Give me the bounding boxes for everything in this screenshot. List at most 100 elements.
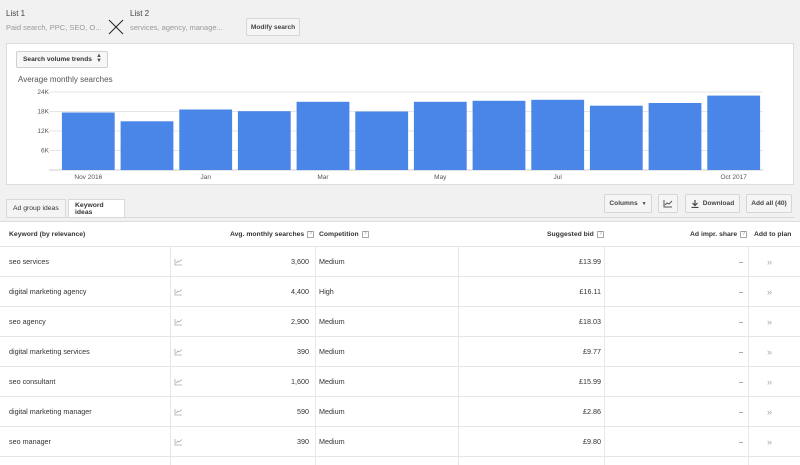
keyword-cell[interactable]: seo agency (9, 307, 46, 336)
help-icon[interactable]: ? (596, 230, 604, 238)
y-tick-label: 24K (37, 89, 49, 96)
chart-bar[interactable] (648, 103, 702, 170)
chart-bar[interactable] (179, 109, 233, 171)
add-to-plan-icon[interactable]: » (767, 367, 772, 396)
caret-down-icon: ▼ (641, 200, 647, 207)
keyword-cell[interactable]: digital marketing manager (9, 397, 92, 426)
table-row: seo manager 390 Medium £9.80 – » (0, 427, 800, 457)
select-arrows-icon: ▲ ▼ (96, 53, 102, 64)
competition-cell: Medium (319, 317, 345, 326)
x-tick-label: Nov 2016 (74, 174, 102, 181)
list1-title: List 1 (6, 9, 26, 18)
col-header-competition[interactable]: Competition? (319, 222, 369, 246)
chart-toggle-button[interactable] (658, 194, 678, 213)
multiply-icon (108, 19, 124, 35)
trend-select-label: Search volume trends (23, 56, 92, 63)
tab-keyword-ideas[interactable]: Keyword ideas (68, 199, 125, 218)
chart-bar[interactable] (413, 101, 467, 171)
tab-ad-group-ideas[interactable]: Ad group ideas (6, 199, 66, 217)
y-tick-label: 18K (37, 109, 49, 116)
col-header-add: Add to plan (754, 222, 791, 246)
add-to-plan-icon[interactable]: » (767, 337, 772, 366)
trend-chart-icon[interactable] (174, 337, 183, 366)
add-to-plan-icon[interactable]: » (767, 427, 772, 456)
searches-cell: 4,400 (291, 287, 309, 296)
bid-cell: £18.03 (579, 317, 601, 326)
col-divider (315, 247, 316, 465)
table-row: seo agency 2,900 Medium £18.03 – » (0, 307, 800, 337)
impr-cell: – (739, 257, 743, 266)
x-tick-label: May (434, 174, 447, 181)
competition-cell: Medium (319, 437, 345, 446)
trend-chart-icon[interactable] (174, 247, 183, 276)
list2[interactable]: List 2 services, agency, manage... (130, 9, 223, 32)
impr-cell: – (739, 347, 743, 356)
modify-search-button[interactable]: Modify search (246, 18, 300, 36)
col-divider (604, 247, 605, 465)
chart-panel: 24K 18K 12K 6K Nov 2016 Jan Mar May Jul Oct 2017 … (6, 43, 794, 185)
chart-bar[interactable] (589, 105, 643, 170)
chart-title: Average monthly searches (18, 75, 113, 84)
y-tick-label: 6K (41, 148, 50, 155)
bid-cell: £16.11 (579, 287, 601, 296)
chart-bar[interactable] (355, 111, 409, 171)
chart-bar[interactable] (61, 112, 115, 171)
bid-cell: £9.80 (583, 437, 601, 446)
chart-bar[interactable] (531, 99, 585, 170)
trend-chart-icon[interactable] (174, 427, 183, 456)
help-icon[interactable]: ? (361, 230, 369, 238)
x-tick-label: Oct 2017 (721, 174, 748, 181)
keyword-cell[interactable]: seo consultant (9, 367, 55, 396)
col-divider (458, 247, 459, 465)
chart-bar[interactable] (120, 121, 174, 171)
keyword-cell[interactable]: seo manager (9, 427, 51, 456)
tab-divider (6, 217, 794, 218)
list2-title: List 2 (130, 9, 150, 18)
columns-button[interactable]: Columns ▼ (604, 194, 652, 213)
list2-value: services, agency, manage... (130, 23, 223, 32)
table-row: digital marketing manager 590 Medium £2.86 –… (0, 397, 800, 427)
col-divider (170, 247, 171, 465)
trend-chart-icon[interactable] (174, 397, 183, 426)
add-to-plan-icon[interactable]: » (767, 307, 772, 336)
chart-bar[interactable] (472, 100, 526, 170)
col-header-searches[interactable]: Avg. monthly searches? (230, 222, 315, 246)
list1[interactable]: List 1 Paid search, PPC, SEO, O... (6, 9, 101, 32)
trend-chart-icon[interactable] (174, 307, 183, 336)
chart-bar[interactable] (707, 95, 761, 170)
competition-cell: Medium (319, 347, 345, 356)
add-to-plan-icon[interactable]: » (767, 277, 772, 306)
chart-bar[interactable] (296, 101, 350, 171)
col-header-bid[interactable]: Suggested bid? (547, 222, 604, 246)
chart-bar[interactable] (237, 111, 291, 170)
impr-cell: – (739, 407, 743, 416)
col-header-keyword-label: Keyword (by relevance) (9, 230, 86, 238)
add-to-plan-icon[interactable]: » (767, 397, 772, 426)
keyword-cell[interactable]: seo services (9, 247, 49, 276)
col-header-impr-label: Ad impr. share (690, 230, 738, 238)
columns-label: Columns (609, 200, 638, 207)
download-icon (691, 199, 699, 208)
help-icon[interactable]: ? (307, 230, 315, 238)
bid-cell: £9.77 (583, 347, 601, 356)
competition-cell: Medium (319, 257, 345, 266)
x-tick-label: Jan (200, 174, 211, 181)
search-volume-chart: 24K 18K 12K 6K Nov 2016 Jan Mar May Jul Oct 2017 (37, 89, 763, 181)
col-header-impr[interactable]: Ad impr. share? (690, 222, 748, 246)
keyword-cell[interactable]: digital marketing services (9, 337, 90, 366)
download-button[interactable]: Download (685, 194, 740, 213)
table-row: digital marketing services 390 Medium £9.77… (0, 337, 800, 367)
add-to-plan-icon[interactable]: » (767, 247, 772, 276)
trend-chart-icon[interactable] (174, 367, 183, 396)
help-icon[interactable]: ? (740, 230, 748, 238)
keyword-cell[interactable]: digital marketing agency (9, 277, 87, 306)
searches-cell: 590 (297, 407, 309, 416)
search-volume-trends-select[interactable]: Search volume trends ▲ ▼ (16, 51, 108, 68)
trend-chart-icon[interactable] (174, 277, 183, 306)
impr-cell: – (739, 317, 743, 326)
table-row: seo consultant 1,600 Medium £15.99 – » (0, 367, 800, 397)
col-header-searches-label: Avg. monthly searches (230, 230, 305, 238)
add-all-button[interactable]: Add all (40) (746, 194, 792, 213)
searches-cell: 3,600 (291, 257, 309, 266)
col-header-keyword[interactable]: Keyword (by relevance) (9, 222, 85, 246)
